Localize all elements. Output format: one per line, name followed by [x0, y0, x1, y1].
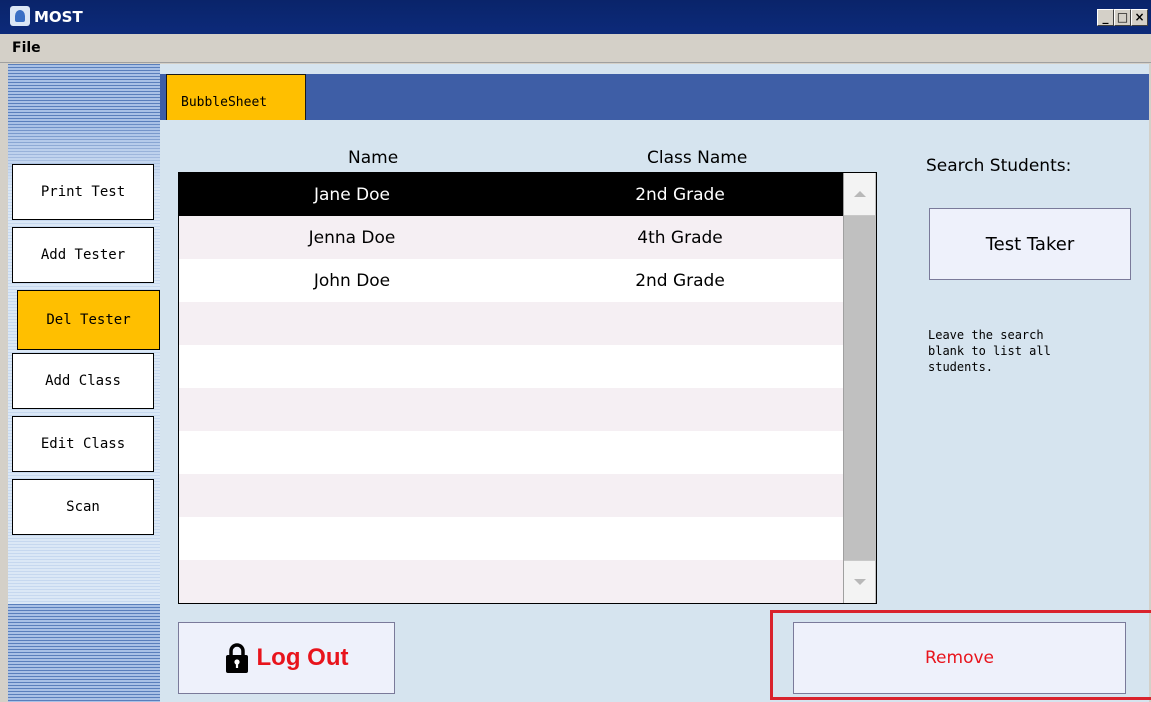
lock-icon: [225, 643, 248, 673]
window-title: MOST: [34, 8, 83, 26]
cell-class-name: 2nd Grade: [635, 271, 725, 291]
log-out-label: Log Out: [256, 644, 349, 671]
cell-class-name: 2nd Grade: [635, 185, 725, 205]
vertical-scrollbar[interactable]: [843, 173, 876, 603]
minimize-icon[interactable]: _: [1097, 9, 1114, 26]
scan-button[interactable]: Scan: [12, 479, 154, 535]
add-tester-button[interactable]: Add Tester: [12, 227, 154, 283]
app-icon: [10, 6, 30, 26]
table-row[interactable]: Jane Doe 2nd Grade: [179, 173, 845, 216]
sidebar: Print Test Add Tester Del Tester Add Cla…: [8, 64, 160, 702]
empty-row: [179, 517, 845, 560]
log-out-button[interactable]: Log Out: [178, 622, 395, 694]
column-header-name: Name: [348, 148, 399, 168]
close-icon[interactable]: ×: [1131, 9, 1148, 26]
edit-class-button[interactable]: Edit Class: [12, 416, 154, 472]
cell-class-name: 4th Grade: [637, 228, 723, 248]
empty-row: [179, 302, 845, 345]
scroll-up-arrow-icon[interactable]: [844, 173, 875, 216]
cell-name: Jane Doe: [313, 185, 391, 205]
remove-button[interactable]: Remove: [793, 622, 1126, 694]
app-content: Print Test Add Tester Del Tester Add Cla…: [8, 64, 1151, 702]
print-test-button[interactable]: Print Test: [12, 164, 154, 220]
title-bar: MOST _ □ ×: [0, 0, 1151, 34]
tab-strip: BubbleSheet: [160, 74, 1149, 120]
cell-name: John Doe: [313, 271, 391, 291]
table-row[interactable]: John Doe 2nd Grade: [179, 259, 845, 302]
empty-row: [179, 345, 845, 388]
empty-row: [179, 560, 845, 603]
menu-bar: File: [0, 34, 1151, 63]
table-row[interactable]: Jenna Doe 4th Grade: [179, 216, 845, 259]
main-panel: BubbleSheet Name Class Name Jane Doe 2nd…: [160, 64, 1151, 702]
column-header-class-name: Class Name: [647, 148, 748, 168]
cell-name: Jenna Doe: [308, 228, 396, 248]
student-list[interactable]: Jane Doe 2nd Grade Jenna Doe 4th Grade J…: [178, 172, 877, 604]
search-students-label: Search Students:: [926, 156, 1072, 176]
tab-bubblesheet[interactable]: BubbleSheet: [166, 74, 306, 120]
empty-row: [179, 388, 845, 431]
menu-file[interactable]: File: [12, 40, 41, 56]
test-taker-search-button[interactable]: Test Taker: [929, 208, 1131, 280]
add-class-button[interactable]: Add Class: [12, 353, 154, 409]
empty-row: [179, 474, 845, 517]
empty-row: [179, 431, 845, 474]
scroll-down-arrow-icon[interactable]: [844, 560, 875, 603]
search-hint: Leave the search blank to list all stude…: [928, 328, 1051, 374]
maximize-icon[interactable]: □: [1114, 9, 1131, 26]
del-tester-button[interactable]: Del Tester: [17, 290, 160, 350]
